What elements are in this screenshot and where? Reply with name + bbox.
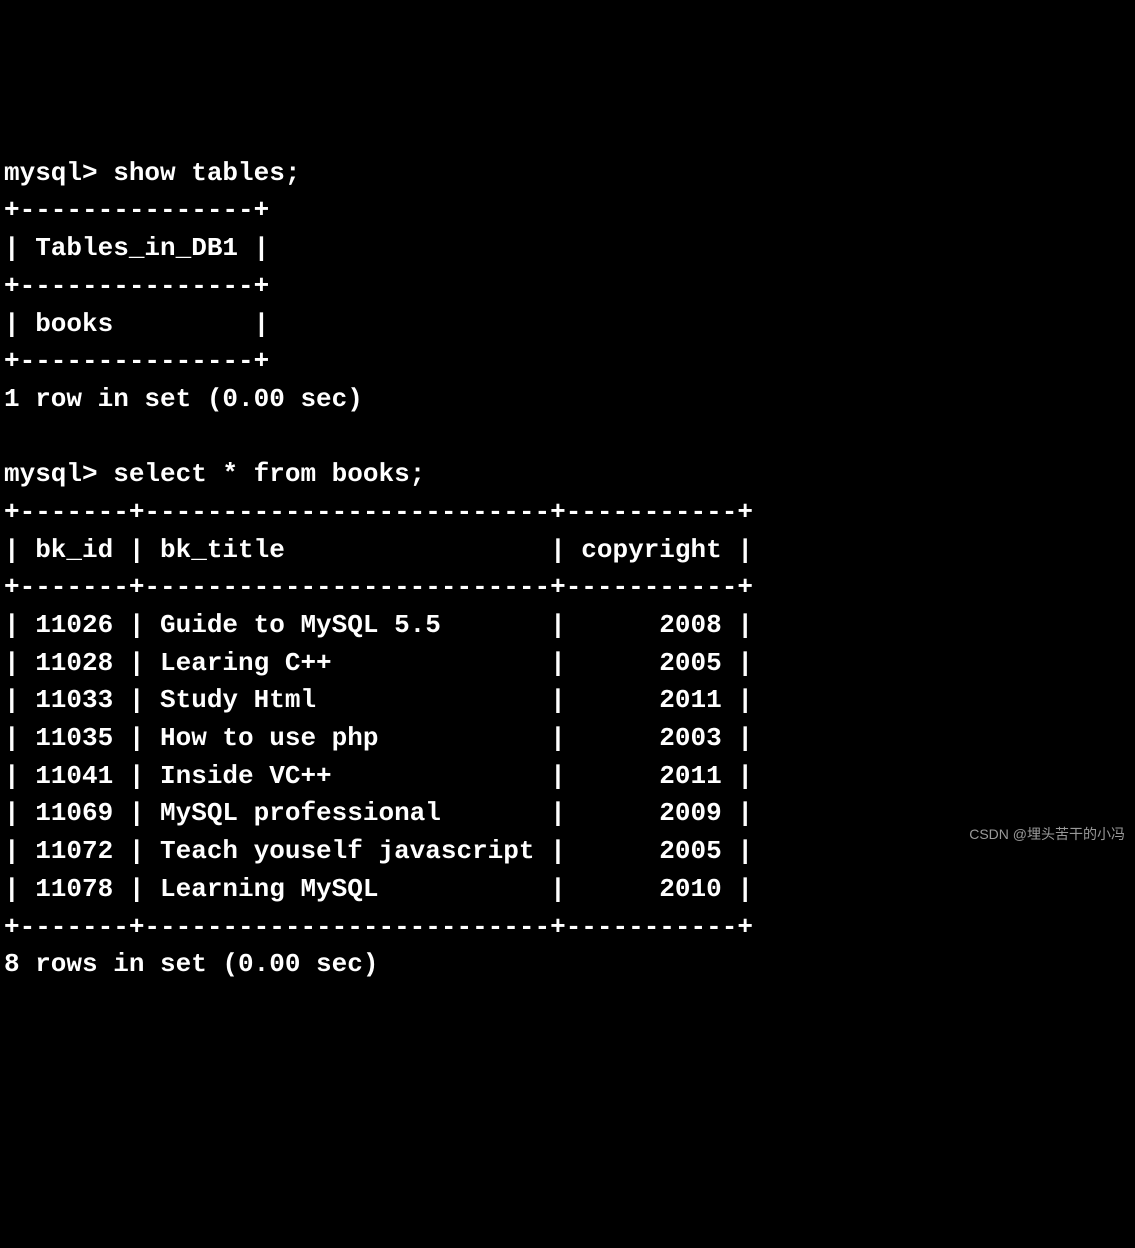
sql-command-show-tables: show tables; [113, 158, 300, 188]
terminal-output: mysql> show tables; +---------------+ | … [4, 155, 1131, 984]
prompt: mysql> [4, 459, 113, 489]
table-row: | 11078 | Learning MySQL | 2010 | [4, 874, 753, 904]
sql-command-select: select * from books; [113, 459, 425, 489]
table-row: | 11028 | Learing C++ | 2005 | [4, 648, 753, 678]
result-status: 8 rows in set (0.00 sec) [4, 949, 378, 979]
table-row: | 11069 | MySQL professional | 2009 | [4, 798, 753, 828]
table-row: | 11072 | Teach youself javascript | 200… [4, 836, 753, 866]
table-row: | 11035 | How to use php | 2003 | [4, 723, 753, 753]
table-header-row: | bk_id | bk_title | copyright | [4, 535, 753, 565]
table-border: +---------------+ [4, 346, 269, 376]
table-row: | 11041 | Inside VC++ | 2011 | [4, 761, 753, 791]
table-border: +-------+--------------------------+----… [4, 572, 753, 602]
table-border: +-------+--------------------------+----… [4, 497, 753, 527]
table-border: +---------------+ [4, 271, 269, 301]
table-row: | 11026 | Guide to MySQL 5.5 | 2008 | [4, 610, 753, 640]
table-header-row: | Tables_in_DB1 | [4, 233, 269, 263]
prompt: mysql> [4, 158, 113, 188]
table-border: +---------------+ [4, 195, 269, 225]
watermark: CSDN @埋头苦干的小冯 [969, 824, 1125, 844]
table-row: | 11033 | Study Html | 2011 | [4, 685, 753, 715]
table-row: | books | [4, 309, 269, 339]
table-border: +-------+--------------------------+----… [4, 912, 753, 942]
result-status: 1 row in set (0.00 sec) [4, 384, 363, 414]
